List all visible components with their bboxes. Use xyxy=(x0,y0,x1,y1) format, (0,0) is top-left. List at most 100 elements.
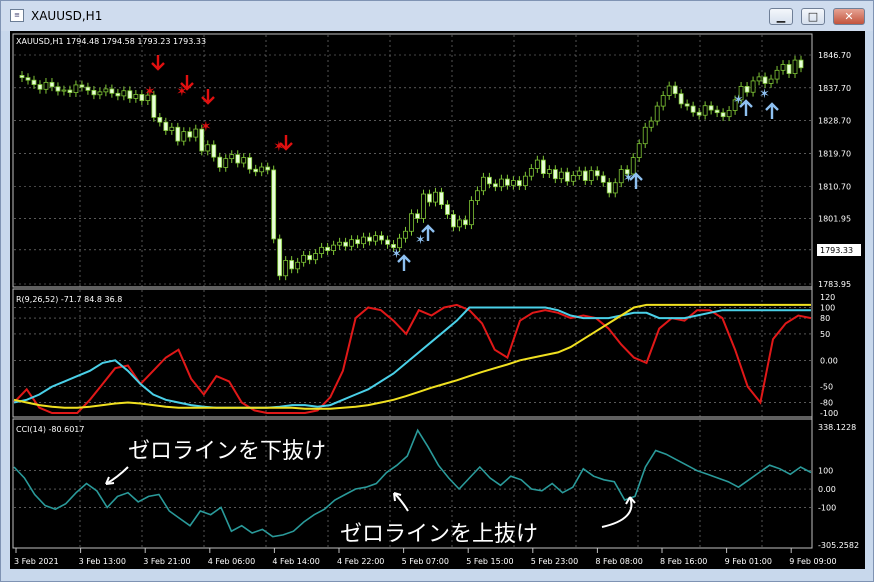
annotation-arrow-up-left xyxy=(393,492,409,512)
candle-bull xyxy=(43,81,49,90)
chart-area[interactable]: ✶ ✶ ✶ ✶ ✶ ✶ ✶ ✶ ✶ 1846.70 1837.70 1828.70 1819.70 18… xyxy=(10,31,865,569)
window-title: XAUUSD,H1 xyxy=(31,9,103,23)
annotation-zero-cross-down: ゼロラインを下抜け xyxy=(128,439,326,464)
candle-bull xyxy=(546,169,552,175)
candle-bear xyxy=(157,117,163,123)
buy-arrow-icon xyxy=(765,102,779,119)
candle-bear xyxy=(487,176,492,185)
candle-bull xyxy=(792,59,798,75)
candle-bear xyxy=(265,166,271,171)
candle-bull xyxy=(636,143,642,158)
candle-bull xyxy=(241,157,247,164)
sell-star-icon: ✶ xyxy=(200,119,212,135)
candle-bull xyxy=(642,126,648,145)
time-axis-label: 3 Feb 2021 xyxy=(14,557,59,566)
candle-bull xyxy=(337,241,342,246)
candle-bear xyxy=(606,181,612,194)
cci-panel-header: CCI(14) -80.6017 xyxy=(16,425,84,434)
candle-bear xyxy=(85,86,91,91)
candle-bear xyxy=(714,109,720,114)
candle-bull xyxy=(726,110,732,118)
candle-bull xyxy=(576,170,582,176)
chart-window: ≡ XAUUSD,H1 ▁ □ ✕ ✶ ✶ ✶ ✶ ✶ ✶ ✶ ✶ ✶ 1846.70 1837.… xyxy=(0,0,874,582)
candle-bull xyxy=(373,235,378,242)
candle-bull xyxy=(181,131,187,142)
candle-bear xyxy=(355,239,360,245)
candle-bull xyxy=(403,230,408,239)
candle-bull xyxy=(121,90,127,97)
candle-bear xyxy=(762,76,768,84)
candle-bull xyxy=(475,190,480,202)
annotation-arrow-down xyxy=(105,466,129,485)
candle-bull xyxy=(570,175,576,182)
close-button[interactable]: ✕ xyxy=(833,8,865,25)
candle-bull xyxy=(666,85,672,96)
buy-star-icon: ✶ xyxy=(759,87,770,102)
candle-bull xyxy=(97,91,103,96)
candle-bull xyxy=(768,78,774,84)
candle-bear xyxy=(516,180,522,187)
chart-window-icon: ≡ xyxy=(10,9,24,22)
candle-bear xyxy=(552,169,558,180)
current-price-label: 1793.33 xyxy=(820,246,853,255)
candle-bull xyxy=(612,182,618,194)
candle-bull xyxy=(433,191,438,203)
candle-bear xyxy=(427,193,432,203)
candle-bear xyxy=(415,213,420,219)
candle-bull xyxy=(103,88,109,93)
main-panel-frame xyxy=(12,33,813,288)
candle-bear xyxy=(379,235,384,241)
candle-bull xyxy=(313,253,319,261)
candle-bull xyxy=(522,175,528,187)
minimize-button[interactable]: ▁ xyxy=(769,8,793,25)
title-bar[interactable]: ≡ XAUUSD,H1 ▁ □ ✕ xyxy=(1,1,873,31)
candle-bull xyxy=(421,193,426,219)
candle-bear xyxy=(115,92,121,97)
candle-bull xyxy=(654,105,660,122)
maximize-button[interactable]: □ xyxy=(801,8,825,25)
rci-axis-label: 50 xyxy=(820,330,830,339)
rci-axis-label: 80 xyxy=(820,314,830,323)
candle-bull xyxy=(169,126,175,131)
candle-bear xyxy=(696,111,702,116)
price-axis-label: 1846.70 xyxy=(818,51,851,60)
candle-bear xyxy=(19,75,25,79)
candle-bull xyxy=(660,95,666,107)
candle-bear xyxy=(708,105,714,111)
rci-axis-label: 0.00 xyxy=(820,356,838,365)
candle-bear xyxy=(277,238,283,277)
candle-bear xyxy=(564,171,570,182)
candle-bull xyxy=(229,154,235,160)
candle-bear xyxy=(325,246,331,252)
candle-bear xyxy=(492,183,498,188)
sell-star-icon: ✶ xyxy=(176,84,188,100)
time-axis-label: 8 Feb 08:00 xyxy=(595,557,642,566)
candle-bull xyxy=(756,76,762,82)
candle-bull xyxy=(223,158,229,168)
price-axis-label: 1819.70 xyxy=(818,150,851,159)
candle-bear xyxy=(271,169,277,240)
buy-star-icon: ✶ xyxy=(733,93,744,108)
candle-bull xyxy=(774,69,780,80)
time-axis-label: 4 Feb 14:00 xyxy=(272,557,319,566)
rci-lines xyxy=(13,303,812,414)
cci-axis-label: 100 xyxy=(818,467,833,476)
candle-bear xyxy=(55,86,61,92)
candle-bear xyxy=(217,156,223,168)
candle-bear xyxy=(163,121,169,131)
rci-axis-label: 120 xyxy=(820,293,835,302)
price-axis-label: 1783.95 xyxy=(818,280,851,289)
time-axis-label: 8 Feb 16:00 xyxy=(660,557,707,566)
candle-bear xyxy=(37,84,43,90)
candle-bull xyxy=(702,105,708,116)
candle-bear xyxy=(343,241,348,247)
candle-bull xyxy=(259,166,265,173)
candle-bear xyxy=(439,191,444,206)
candle-bear xyxy=(91,89,97,96)
candle-bear xyxy=(127,90,133,99)
chart-canvas[interactable]: ✶ ✶ ✶ ✶ ✶ ✶ ✶ ✶ ✶ 1846.70 1837.70 1828.70 1819.70 18… xyxy=(10,31,865,569)
time-axis-label: 9 Feb 09:00 xyxy=(789,557,836,566)
cci-axis-label: -305.2582 xyxy=(818,541,859,550)
candle-bull xyxy=(780,64,786,71)
time-axis-label: 3 Feb 21:00 xyxy=(143,557,190,566)
